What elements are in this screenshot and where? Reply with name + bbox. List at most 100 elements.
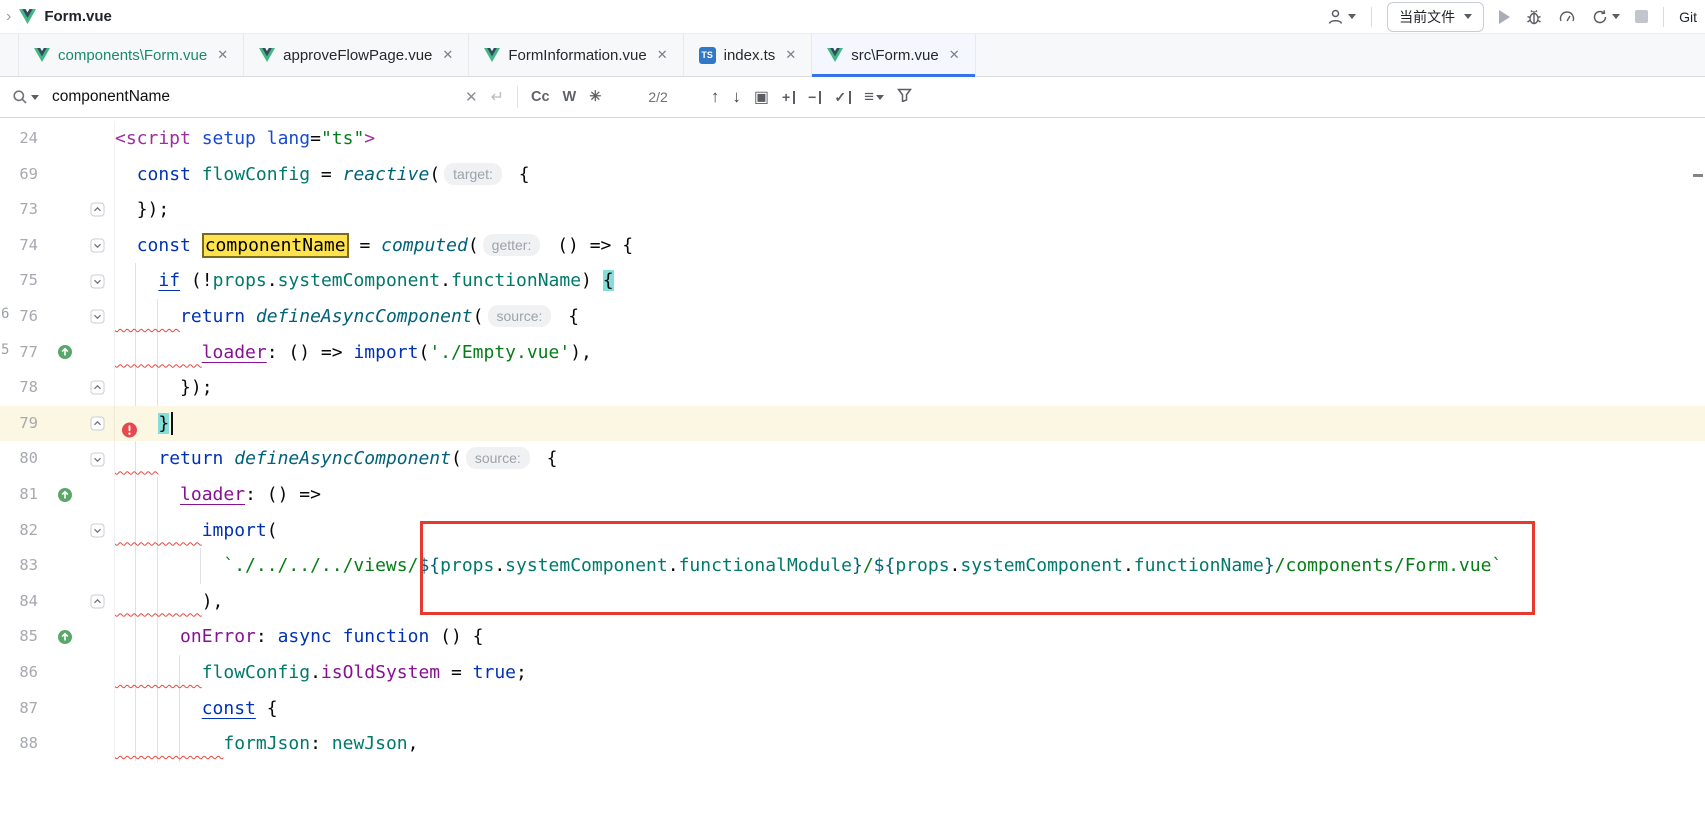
ts-file-icon: TS: [699, 47, 716, 64]
code-token: systemComponent: [278, 270, 441, 291]
code-token: props: [213, 270, 267, 291]
select-all-occurrences-icon[interactable]: ✓: [834, 89, 851, 106]
code-line-79[interactable]: 79 }: [0, 406, 1705, 442]
line-number[interactable]: 80: [0, 441, 50, 477]
line-number[interactable]: 87: [0, 691, 50, 727]
code-line-85[interactable]: 85 onError: async function () {: [0, 619, 1705, 655]
line-number[interactable]: 75: [0, 263, 50, 299]
fold-down-icon[interactable]: [80, 228, 114, 264]
line-number[interactable]: 82: [0, 513, 50, 549]
fold-up-icon[interactable]: [80, 406, 114, 442]
run-config-selector[interactable]: 当前文件: [1387, 2, 1484, 32]
line-number[interactable]: 69: [0, 157, 50, 193]
line-number[interactable]: 88: [0, 726, 50, 762]
code-text: if (!props.systemComponent.functionName)…: [114, 263, 1705, 299]
previous-match-icon[interactable]: ↑: [711, 87, 720, 107]
code-token: (: [429, 164, 440, 185]
clear-search-icon[interactable]: ✕: [465, 88, 478, 106]
close-tab-icon[interactable]: ✕: [785, 47, 796, 63]
fold-up-icon[interactable]: [80, 192, 114, 228]
clipped-left-edge-text: 6: [1, 306, 9, 322]
code-token: .: [267, 270, 278, 291]
code-editor[interactable]: 24<script setup lang="ts">69 const flowC…: [0, 118, 1705, 820]
line-number[interactable]: 85: [0, 619, 50, 655]
remove-occurrence-icon[interactable]: −: [808, 89, 821, 105]
run-button[interactable]: [1499, 10, 1510, 24]
code-line-78[interactable]: 78 });: [0, 370, 1705, 406]
close-tab-icon[interactable]: ✕: [657, 47, 668, 63]
list-options-icon[interactable]: ≡: [864, 87, 884, 107]
search-history-icon[interactable]: [31, 95, 39, 100]
code-line-69[interactable]: 69 const flowConfig = reactive(target: {: [0, 157, 1705, 193]
line-number[interactable]: 84: [0, 584, 50, 620]
filter-icon[interactable]: [897, 88, 912, 107]
profiler-button[interactable]: [1558, 8, 1576, 26]
gutter: [50, 584, 80, 620]
code-line-83[interactable]: 83 `./../../../views/${props.systemCompo…: [0, 548, 1705, 584]
newline-icon[interactable]: ↵: [491, 87, 504, 107]
code-token: : () =>: [267, 342, 354, 363]
stop-button[interactable]: [1635, 10, 1648, 23]
gutter: [50, 370, 80, 406]
search-icon[interactable]: [12, 89, 39, 105]
code-line-86[interactable]: 86 flowConfig.isOldSystem = true;: [0, 655, 1705, 691]
line-number[interactable]: 78: [0, 370, 50, 406]
code-line-88[interactable]: 88 formJson: newJson,: [0, 726, 1705, 762]
words-toggle[interactable]: W: [563, 89, 577, 105]
code-line-82[interactable]: 82 import(: [0, 513, 1705, 549]
fold-up-icon[interactable]: [80, 584, 114, 620]
close-tab-icon[interactable]: ✕: [217, 47, 228, 63]
code-line-75[interactable]: 75 if (!props.systemComponent.functionNa…: [0, 263, 1705, 299]
search-input[interactable]: [52, 88, 452, 106]
gutter-arrow-up-icon[interactable]: [50, 477, 80, 513]
error-icon[interactable]: [121, 415, 138, 432]
next-match-icon[interactable]: ↓: [732, 87, 741, 107]
git-menu[interactable]: Git: [1679, 9, 1697, 25]
code-token: .: [310, 662, 321, 683]
code-line-81[interactable]: 81 loader: () =>: [0, 477, 1705, 513]
code-token: lang: [267, 128, 310, 149]
regex-toggle[interactable]: ✳: [589, 89, 601, 105]
line-number[interactable]: 79: [0, 406, 50, 442]
code-line-80[interactable]: 80 return defineAsyncComponent(source: {: [0, 441, 1705, 477]
line-number[interactable]: 73: [0, 192, 50, 228]
tab-index-ts[interactable]: TSindex.ts✕: [684, 34, 813, 76]
close-tab-icon[interactable]: ✕: [949, 47, 960, 63]
code-line-73[interactable]: 73 });: [0, 192, 1705, 228]
line-number[interactable]: 81: [0, 477, 50, 513]
gutter-arrow-up-icon[interactable]: [50, 619, 80, 655]
line-number[interactable]: 74: [0, 228, 50, 264]
fold-down-icon[interactable]: [80, 441, 114, 477]
fold-down-icon[interactable]: [80, 513, 114, 549]
code-line-24[interactable]: 24<script setup lang="ts">: [0, 121, 1705, 157]
separator: [1663, 7, 1664, 27]
debug-button[interactable]: [1525, 8, 1543, 26]
tab-approveflowpage-vue[interactable]: approveFlowPage.vue✕: [244, 34, 469, 76]
rerun-button[interactable]: [1591, 8, 1620, 26]
add-occurrence-icon[interactable]: +: [782, 89, 795, 105]
close-tab-icon[interactable]: ✕: [442, 47, 453, 63]
line-number[interactable]: 83: [0, 548, 50, 584]
code-line-74[interactable]: 74 const componentName = computed(getter…: [0, 228, 1705, 264]
code-line-87[interactable]: 87 const {: [0, 691, 1705, 727]
user-icon[interactable]: [1326, 8, 1356, 26]
fold-down-icon[interactable]: [80, 263, 114, 299]
tab-components-form-vue[interactable]: components\Form.vue✕: [18, 34, 244, 76]
indent-whitespace: [115, 448, 158, 469]
fold-up-icon[interactable]: [80, 370, 114, 406]
match-case-toggle[interactable]: Cc: [531, 89, 550, 105]
gutter-arrow-up-icon[interactable]: [50, 335, 80, 371]
line-number[interactable]: 24: [0, 121, 50, 157]
code-token: defineAsyncComponent: [234, 448, 451, 469]
nav-chevron-icon[interactable]: ›: [6, 9, 11, 25]
fold-down-icon[interactable]: [80, 299, 114, 335]
line-number[interactable]: 86: [0, 655, 50, 691]
code-line-77[interactable]: 77 loader: () => import('./Empty.vue'),: [0, 335, 1705, 371]
tab-src-form-vue[interactable]: src\Form.vue✕: [812, 34, 975, 76]
separator: [517, 86, 518, 108]
code-line-76[interactable]: 76 return defineAsyncComponent(source: {: [0, 299, 1705, 335]
find-in-selection-icon[interactable]: ▣: [754, 87, 769, 107]
code-line-84[interactable]: 84 ),: [0, 584, 1705, 620]
gutter: [50, 513, 80, 549]
tab-forminformation-vue[interactable]: FormInformation.vue✕: [469, 34, 683, 76]
